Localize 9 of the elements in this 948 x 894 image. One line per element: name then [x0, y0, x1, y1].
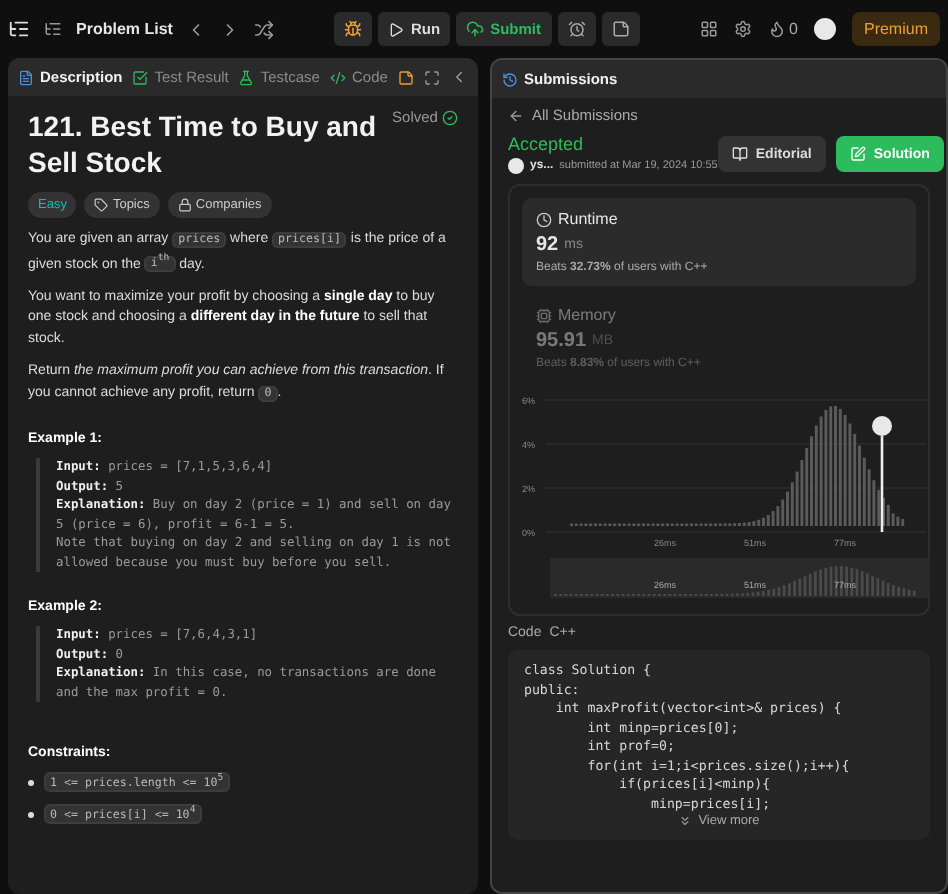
stat-value: 92: [535, 234, 559, 256]
problem-list-link[interactable]: Problem List: [76, 20, 173, 38]
stat-title: Runtime: [557, 210, 618, 228]
stat-value: 95.91: [535, 330, 587, 352]
stat-title: Memory: [557, 306, 616, 324]
verdict-label: Accepted: [507, 134, 586, 154]
streak-count: 0: [789, 20, 798, 38]
problem-title: 121. Best Time to Buy and Sell Stock: [28, 108, 379, 180]
premium-button[interactable]: Premium: [851, 12, 940, 46]
